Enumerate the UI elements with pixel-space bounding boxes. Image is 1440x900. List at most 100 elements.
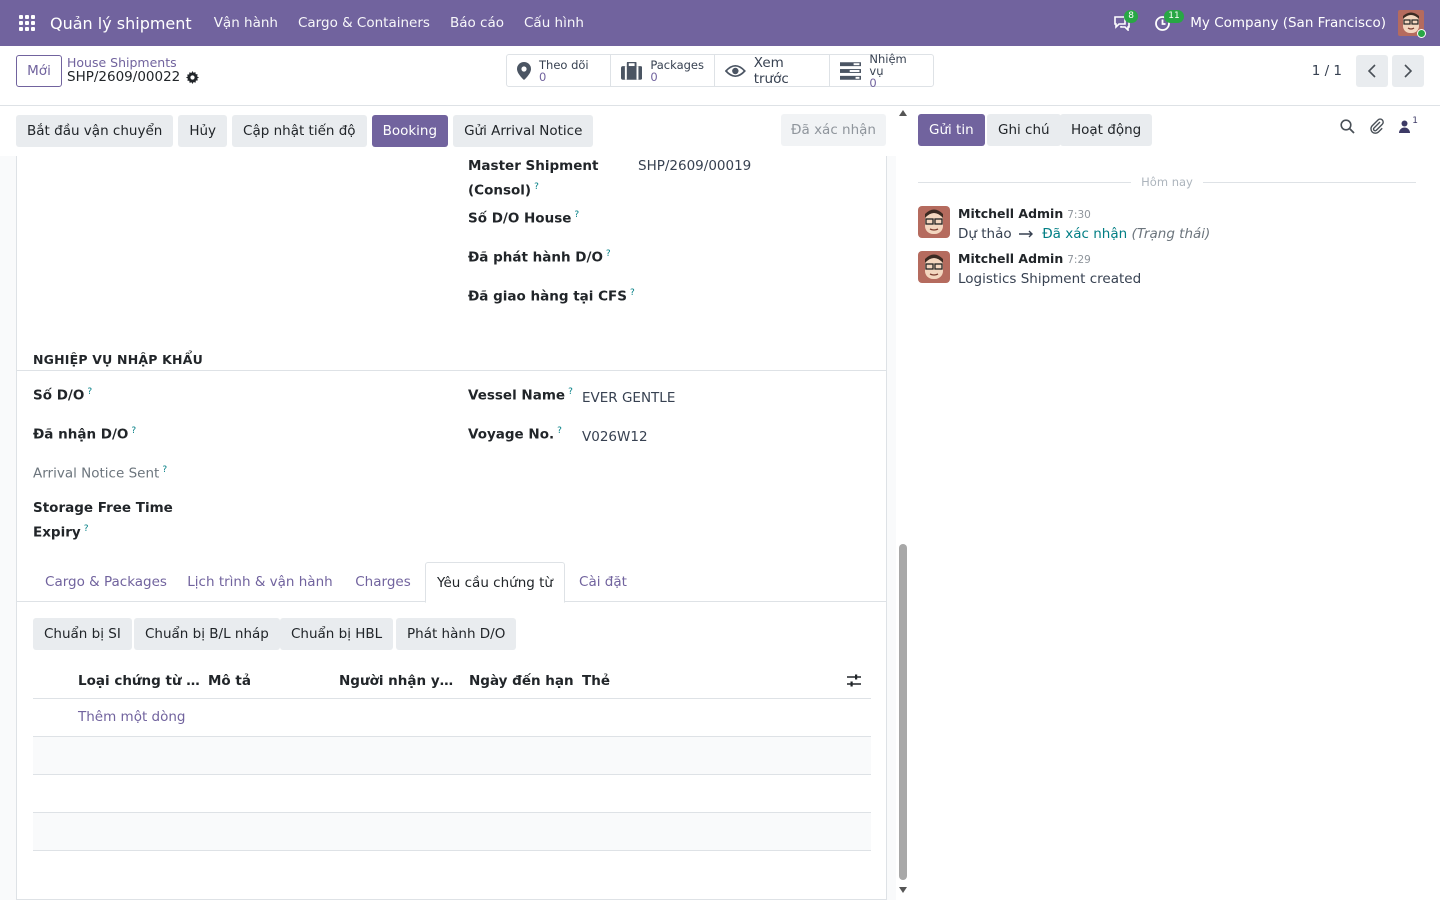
column-description[interactable]: Mô tả <box>208 673 330 689</box>
import-section-title: NGHIỆP VỤ NHẬP KHẨU <box>33 352 203 367</box>
breadcrumb-parent[interactable]: House Shipments <box>67 55 199 70</box>
column-tags[interactable]: Thẻ <box>582 673 642 689</box>
app-name[interactable]: Quản lý shipment <box>50 14 192 33</box>
company-switcher[interactable]: My Company (San Francisco) <box>1190 15 1386 31</box>
help-icon: ? <box>162 465 168 475</box>
help-icon: ? <box>557 426 562 436</box>
messages-button[interactable]: 8 <box>1102 0 1142 46</box>
form-sheet: Master Shipment (Consol)? SHP/2609/00019… <box>16 156 887 900</box>
menu-van-hanh[interactable]: Vận hành <box>204 15 288 31</box>
document-requests-table: Loại chứng từ vậ... Mô tả Người nhận yêu… <box>33 662 871 851</box>
menu-cau-hinh[interactable]: Cấu hình <box>514 15 594 31</box>
new-value: Đã xác nhận <box>1042 226 1128 242</box>
form-scrollbar[interactable] <box>896 106 910 900</box>
gear-icon[interactable] <box>186 71 200 84</box>
form-view: Bắt đầu vận chuyển Hủy Cập nhật tiến độ … <box>0 106 896 900</box>
author-avatar[interactable] <box>918 206 950 238</box>
packages-label: Packages <box>650 57 704 72</box>
scrollbar-thumb[interactable] <box>899 544 907 880</box>
menu-cargo-containers[interactable]: Cargo & Containers <box>288 15 440 31</box>
activities-button[interactable]: 11 <box>1142 0 1184 46</box>
voyage-no-value[interactable]: V026W12 <box>582 429 648 445</box>
tasks-label: Nhiệm vụ <box>869 51 907 78</box>
message-time: 7:30 <box>1067 209 1091 221</box>
activities-button[interactable]: Hoạt động <box>1060 114 1153 146</box>
pager-next-button[interactable] <box>1392 55 1424 87</box>
breadcrumb-current: SHP/2609/00022 <box>67 70 200 85</box>
tab-charges[interactable]: Charges <box>341 562 425 602</box>
chatter-message: Mitchell Admin 7:29 Logistics Shipment cr… <box>918 251 1418 287</box>
table-row <box>33 775 871 813</box>
suitcase-icon <box>621 61 643 80</box>
master-shipment-value[interactable]: SHP/2609/00019 <box>638 158 751 174</box>
tab-settings[interactable]: Cài đặt <box>565 562 641 602</box>
tab-document-requests[interactable]: Yêu cầu chứng từ <box>425 562 565 603</box>
cancel-button[interactable]: Hủy <box>178 115 228 147</box>
do-received-label: Đã nhận D/O? <box>33 426 137 443</box>
sliders-icon <box>847 674 861 687</box>
statusbar: Bắt đầu vận chuyển Hủy Cập nhật tiến độ … <box>0 106 896 156</box>
new-button[interactable]: Mới <box>16 55 62 87</box>
storage-free-time-label: Storage Free Time Expiry? <box>33 500 173 541</box>
prepare-hbl-button[interactable]: Chuẩn bị HBL <box>280 618 394 650</box>
tab-cargo-packages[interactable]: Cargo & Packages <box>33 562 179 602</box>
preview-smart-button[interactable]: Xem trước <box>715 55 830 87</box>
old-value: Dự thảo <box>958 226 1012 242</box>
cfs-delivered-label: Đã giao hàng tại CFS? <box>468 288 635 305</box>
table-row: Thêm một dòng <box>33 699 871 737</box>
user-avatar[interactable] <box>1398 10 1426 38</box>
user-icon <box>1399 120 1411 133</box>
tasks-smart-button[interactable]: Nhiệm vụ 0 <box>830 51 933 89</box>
tracked-field-name: (Trạng thái) <box>1131 226 1211 242</box>
help-icon: ? <box>534 182 539 192</box>
master-shipment-label: Master Shipment (Consol)? <box>468 158 599 199</box>
log-note-button[interactable]: Ghi chú <box>987 114 1061 146</box>
pager-value[interactable]: 1 / 1 <box>1312 63 1342 79</box>
activities-count-badge: 11 <box>1164 10 1184 23</box>
send-arrival-notice-button[interactable]: Gửi Arrival Notice <box>453 115 594 147</box>
column-document-type[interactable]: Loại chứng từ vậ... <box>78 673 200 689</box>
column-assignee[interactable]: Người nhận yêu ... <box>339 673 461 689</box>
tab-schedule-operations[interactable]: Lịch trình & vận hành <box>179 562 341 602</box>
packages-smart-button[interactable]: Packages 0 <box>611 55 715 86</box>
top-navbar: Quản lý shipment Vận hành Cargo & Contai… <box>0 0 1440 46</box>
message-body: Logistics Shipment created <box>958 271 1142 287</box>
help-icon: ? <box>131 426 137 436</box>
pager-previous-button[interactable] <box>1356 55 1388 87</box>
start-shipping-button[interactable]: Bắt đầu vận chuyển <box>16 115 174 147</box>
chevron-left-icon <box>1368 64 1376 78</box>
help-icon: ? <box>568 387 573 397</box>
chatter-message: Mitchell Admin 7:30 Dự thảo Đã xác nhận (… <box>918 206 1418 242</box>
paperclip-icon[interactable] <box>1369 118 1385 134</box>
house-do-number-label: Số D/O House? <box>468 210 580 227</box>
voyage-no-label: Voyage No.? <box>468 426 562 443</box>
scroll-down-arrow-icon[interactable] <box>899 887 907 893</box>
message-time: 7:29 <box>1067 254 1091 266</box>
author-avatar[interactable] <box>918 251 950 283</box>
add-line-link[interactable]: Thêm một dòng <box>78 709 186 725</box>
message-author[interactable]: Mitchell Admin <box>958 206 1063 221</box>
prepare-draft-bl-button[interactable]: Chuẩn bị B/L nháp <box>134 618 280 650</box>
optional-columns-toggle[interactable] <box>847 674 861 691</box>
booking-button[interactable]: Booking <box>371 115 449 147</box>
update-progress-button[interactable]: Cập nhật tiến độ <box>232 115 367 147</box>
chevron-right-icon <box>1404 64 1412 78</box>
message-author[interactable]: Mitchell Admin <box>958 251 1063 266</box>
search-icon[interactable] <box>1340 118 1355 134</box>
followers-button[interactable]: 1 <box>1399 116 1418 133</box>
followers-count: 1 <box>1412 115 1418 126</box>
column-due-date[interactable]: Ngày đến hạn <box>469 673 575 689</box>
map-marker-icon <box>517 61 531 80</box>
prepare-si-button[interactable]: Chuẩn bị SI <box>33 618 132 650</box>
tracking-smart-button[interactable]: Theo dõi 0 <box>507 55 611 86</box>
help-icon: ? <box>629 288 635 298</box>
issue-do-button[interactable]: Phát hành D/O <box>396 618 517 650</box>
chatter-panel: Gửi tin Ghi chú Hoạt động 1 Hôm nay Mitc… <box>910 106 1440 900</box>
vessel-name-value[interactable]: EVER GENTLE <box>582 390 675 406</box>
menu-bao-cao[interactable]: Báo cáo <box>440 15 514 31</box>
apps-menu-icon[interactable] <box>4 0 50 46</box>
online-status-dot <box>1417 29 1426 38</box>
send-message-button[interactable]: Gửi tin <box>918 114 985 146</box>
scroll-up-arrow-icon[interactable] <box>899 110 907 116</box>
date-separator: Hôm nay <box>918 174 1416 190</box>
